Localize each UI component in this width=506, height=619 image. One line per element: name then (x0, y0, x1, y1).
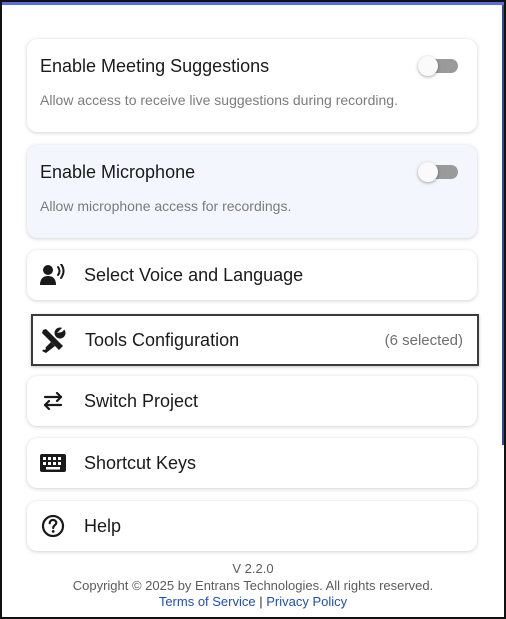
select-voice-language-label: Select Voice and Language (84, 264, 304, 285)
select-voice-language-button[interactable]: Select Voice and Language (27, 250, 477, 300)
tools-configuration-label: Tools Configuration (85, 329, 240, 350)
tools-configuration-button[interactable]: Tools Configuration (6 selected) (31, 314, 479, 366)
scrollbar-edge[interactable] (502, 5, 504, 445)
shortcut-keys-button[interactable]: Shortcut Keys (27, 438, 477, 488)
toggle-knob (418, 162, 438, 182)
help-label: Help (84, 515, 122, 536)
terms-of-service-link[interactable]: Terms of Service (159, 594, 256, 609)
shortcut-keys-label: Shortcut Keys (84, 452, 197, 473)
link-separator: | (259, 594, 263, 609)
swap-arrows-icon (39, 387, 67, 415)
help-button[interactable]: Help (27, 501, 477, 551)
toggle-knob (418, 56, 438, 76)
meeting-suggestions-card: Enable Meeting Suggestions Allow access … (27, 39, 477, 132)
privacy-policy-link[interactable]: Privacy Policy (266, 594, 347, 609)
tools-selected-count: (6 selected) (384, 331, 463, 349)
switch-project-button[interactable]: Switch Project (27, 376, 477, 426)
microphone-toggle[interactable] (418, 162, 458, 182)
copyright-text: Copyright © 2025 by Entrans Technologies… (72, 578, 434, 593)
meeting-suggestions-description: Allow access to receive live suggestions… (40, 92, 398, 108)
keyboard-icon (39, 449, 67, 477)
meeting-suggestions-toggle[interactable] (418, 56, 458, 76)
tools-icon (39, 326, 67, 354)
version-text: V 2.2.0 (232, 561, 274, 576)
switch-project-label: Switch Project (84, 390, 199, 411)
legal-links: Terms of Service | Privacy Policy (2, 594, 504, 610)
top-accent-bar (2, 2, 504, 5)
settings-panel: Enable Meeting Suggestions Allow access … (0, 0, 506, 619)
microphone-card: Enable Microphone Allow microphone acces… (27, 145, 477, 238)
microphone-title: Enable Microphone (40, 162, 196, 182)
microphone-description: Allow microphone access for recordings. (40, 198, 292, 214)
voice-user-icon (39, 261, 67, 289)
question-circle-icon (39, 512, 67, 540)
meeting-suggestions-title: Enable Meeting Suggestions (40, 56, 270, 76)
